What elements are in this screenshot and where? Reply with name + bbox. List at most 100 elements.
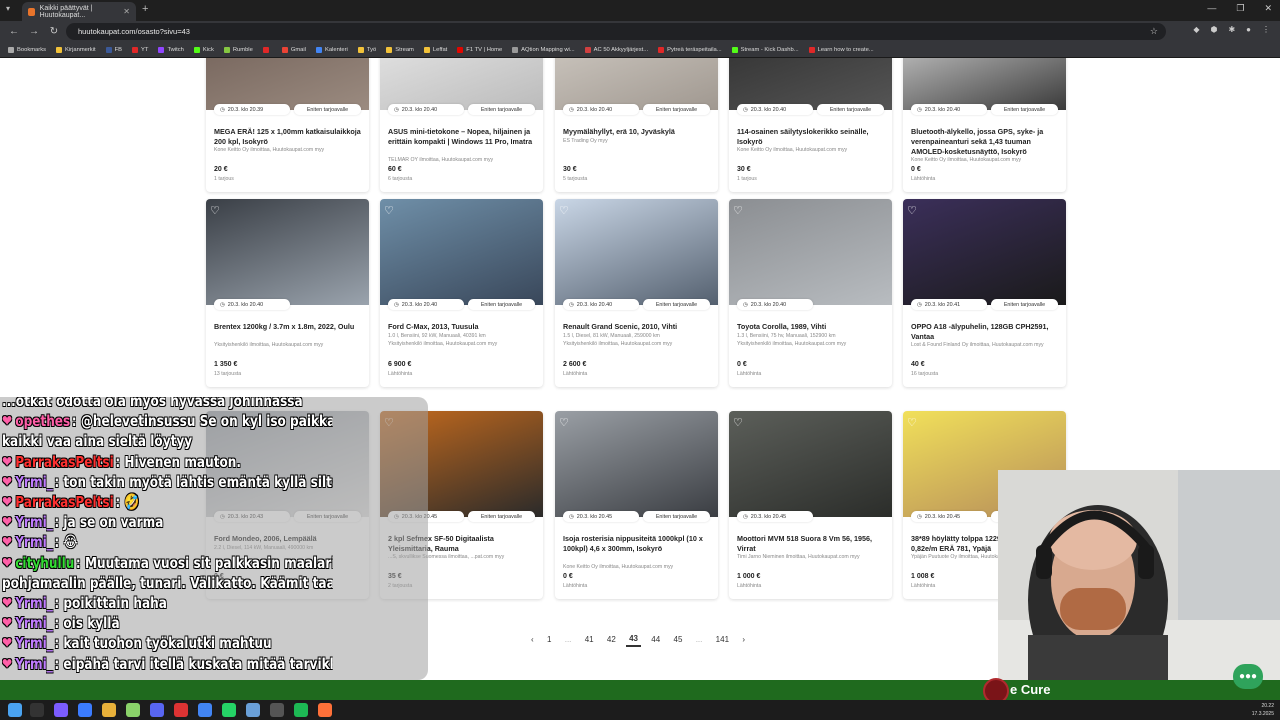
listing-title[interactable]: Ford C-Max, 2013, Tuusula xyxy=(388,322,538,332)
listing-card[interactable]: ♡ ◷ 20.3. klo 20.40 Toyota Corolla, 1989, V… xyxy=(729,199,892,387)
listing-image[interactable] xyxy=(555,411,718,517)
listing-title[interactable]: Isoja rosterisia nippusiteitä 1000kpl (1… xyxy=(563,534,713,554)
search-icon[interactable] xyxy=(30,703,44,717)
listing-card[interactable]: ♡◷20.3. klo 20.40Eniten tarjoavalleMyymä… xyxy=(555,58,718,192)
favorite-heart-icon[interactable]: ♡ xyxy=(733,204,747,218)
bookmark-item[interactable]: Kalenteri xyxy=(315,46,348,53)
firefox-icon[interactable] xyxy=(318,703,332,717)
app-icon[interactable] xyxy=(78,703,92,717)
listing-image[interactable] xyxy=(729,199,892,305)
listing-image[interactable] xyxy=(903,199,1066,305)
maximize-icon[interactable]: ❐ xyxy=(1236,3,1244,14)
favorite-heart-icon[interactable]: ♡ xyxy=(384,204,398,218)
whatsapp-icon[interactable] xyxy=(222,703,236,717)
listing-card[interactable]: ♡ ◷ 20.3. klo 20.40 Eniten tarjoavalle Renau… xyxy=(555,199,718,387)
app-icon[interactable] xyxy=(126,703,140,717)
new-tab-icon[interactable]: + xyxy=(142,3,148,15)
listing-card[interactable]: ♡◷20.3. klo 20.40Eniten tarjoavalleBluet… xyxy=(903,58,1066,192)
bookmark-item[interactable]: Learn how to create... xyxy=(808,46,874,53)
profile-avatar-icon[interactable]: ● xyxy=(1246,25,1251,34)
browser-menu-icon[interactable]: ⋮ xyxy=(1262,25,1270,34)
extension-icon[interactable]: ⬢ xyxy=(1210,25,1217,34)
favorite-heart-icon[interactable]: ♡ xyxy=(210,204,224,218)
listing-title[interactable]: Renault Grand Scenic, 2010, Vihti xyxy=(563,322,713,332)
bookmark-item[interactable]: AC 50 Akkyyljärjest... xyxy=(584,46,648,53)
system-clock[interactable]: 20.22 17.3.2025 xyxy=(1252,702,1274,718)
listing-image[interactable] xyxy=(729,58,892,110)
listing-card[interactable]: ♡◷20.3. klo 20.39Eniten tarjoavalleMEGA … xyxy=(206,58,369,192)
chat-support-button[interactable]: ●●● xyxy=(1233,664,1263,689)
forward-icon[interactable]: → xyxy=(28,26,40,37)
listing-card[interactable]: ♡ ◷ 20.3. klo 20.40 Eniten tarjoavalle Ford … xyxy=(380,199,543,387)
chrome-icon[interactable] xyxy=(198,703,212,717)
extensions-puzzle-icon[interactable]: ✱ xyxy=(1228,25,1235,34)
discord-icon[interactable] xyxy=(150,703,164,717)
listing-image[interactable] xyxy=(729,411,892,517)
close-window-icon[interactable]: ✕ xyxy=(1264,3,1272,14)
reload-icon[interactable]: ↻ xyxy=(48,26,60,37)
bookmark-item[interactable]: Leffat xyxy=(423,46,447,53)
listing-title[interactable]: ASUS mini-tietokone – Nopea, hiljainen j… xyxy=(388,127,538,147)
favorite-heart-icon[interactable]: ♡ xyxy=(733,416,747,430)
listing-image[interactable] xyxy=(380,199,543,305)
listing-card[interactable]: ♡ ◷ 20.3. klo 20.45 Eniten tarjoavalle Isoja… xyxy=(555,411,718,599)
minimize-icon[interactable]: — xyxy=(1207,3,1216,14)
favorite-heart-icon[interactable]: ♡ xyxy=(907,204,921,218)
bookmark-item[interactable]: F1 TV | Home xyxy=(457,46,502,53)
bookmark-item[interactable]: Bookmarks xyxy=(8,46,46,53)
bookmark-item[interactable]: FB xyxy=(105,46,122,53)
spotify-icon[interactable] xyxy=(294,703,308,717)
listing-title[interactable]: 114-osainen säilytyslokerikko seinälle, … xyxy=(737,127,887,147)
listing-card[interactable]: ♡ ◷ 20.3. klo 20.45 Moottori MVM 518 Suora … xyxy=(729,411,892,599)
windows-start-icon[interactable] xyxy=(8,703,22,717)
bookmark-item[interactable]: AQtion Mapping wi... xyxy=(512,46,575,53)
listing-title[interactable]: Moottori MVM 518 Suora 8 Vm 56, 1956, Vi… xyxy=(737,534,887,554)
app-icon[interactable] xyxy=(54,703,68,717)
listing-image[interactable] xyxy=(903,58,1066,110)
tab-search-icon[interactable]: ▾ xyxy=(6,4,10,13)
bookmark-item[interactable]: YT xyxy=(132,46,148,53)
listing-card[interactable]: ♡◷20.3. klo 20.40Eniten tarjoavalleASUS … xyxy=(380,58,543,192)
bookmark-item[interactable]: Työ xyxy=(357,46,376,53)
bookmark-item[interactable]: Kick xyxy=(193,46,214,53)
pagination-page-link[interactable]: 141 xyxy=(713,633,732,646)
bookmark-star-icon[interactable]: ☆ xyxy=(1150,26,1158,37)
bookmark-item[interactable]: Twitch xyxy=(158,46,184,53)
listing-title[interactable]: Toyota Corolla, 1989, Vihti xyxy=(737,322,887,332)
bookmark-item[interactable] xyxy=(262,46,272,53)
listing-title[interactable]: OPPO A18 -älypuhelin, 128GB CPH2591, Van… xyxy=(911,322,1061,342)
favorite-heart-icon[interactable]: ♡ xyxy=(907,416,921,430)
app-icon[interactable] xyxy=(246,703,260,717)
pagination-page-link[interactable]: 43 xyxy=(626,632,641,647)
pagination-page-link[interactable]: 42 xyxy=(604,633,619,646)
bookmark-item[interactable]: Pytreä teräspeitaila... xyxy=(658,46,722,53)
listing-card[interactable]: ♡ ◷ 20.3. klo 20.40 Brentex 1200kg / 3.7m x… xyxy=(206,199,369,387)
file-explorer-icon[interactable] xyxy=(102,703,116,717)
bookmark-item[interactable]: Gmail xyxy=(281,46,306,53)
pagination-page-link[interactable]: 1 xyxy=(544,633,554,646)
listing-image[interactable] xyxy=(555,58,718,110)
url-bar[interactable]: huutokaupat.com/osasto?sivu=43 ☆ xyxy=(66,23,1166,40)
listing-title[interactable]: MEGA ERÄ! 125 x 1,00mm katkaisulaikkoja … xyxy=(214,127,364,147)
favorite-heart-icon[interactable]: ♡ xyxy=(559,416,573,430)
pagination-page-link[interactable]: 44 xyxy=(648,633,663,646)
prev-page-icon[interactable]: ‹ xyxy=(528,633,537,646)
listing-title[interactable]: Myymälähyllyt, erä 10, Jyväskylä xyxy=(563,127,713,137)
listing-image[interactable] xyxy=(206,199,369,305)
bookmark-item[interactable]: Kirjanmerkit xyxy=(56,46,96,53)
back-icon[interactable]: ← xyxy=(8,26,20,37)
listing-card[interactable]: ♡◷20.3. klo 20.40Eniten tarjoavalle114-o… xyxy=(729,58,892,192)
extension-icon[interactable]: ◆ xyxy=(1193,25,1199,34)
listing-title[interactable]: Brentex 1200kg / 3.7m x 1.8m, 2022, Oulu xyxy=(214,322,364,332)
browser-tab-active[interactable]: Kaikki päättyvät | Huutokaupat... ✕ xyxy=(22,2,136,21)
listing-image[interactable] xyxy=(555,199,718,305)
bookmark-item[interactable]: Stream - Kick Dashb... xyxy=(731,46,799,53)
pagination-page-link[interactable]: 41 xyxy=(582,633,597,646)
listing-card[interactable]: ♡ ◷ 20.3. klo 20.41 Eniten tarjoavalle OPPO … xyxy=(903,199,1066,387)
next-page-icon[interactable]: › xyxy=(739,633,748,646)
close-tab-icon[interactable]: ✕ xyxy=(123,7,130,16)
bookmark-item[interactable]: Stream xyxy=(386,46,414,53)
listing-image[interactable] xyxy=(380,58,543,110)
app-icon[interactable] xyxy=(270,703,284,717)
pagination-page-link[interactable]: 45 xyxy=(671,633,686,646)
